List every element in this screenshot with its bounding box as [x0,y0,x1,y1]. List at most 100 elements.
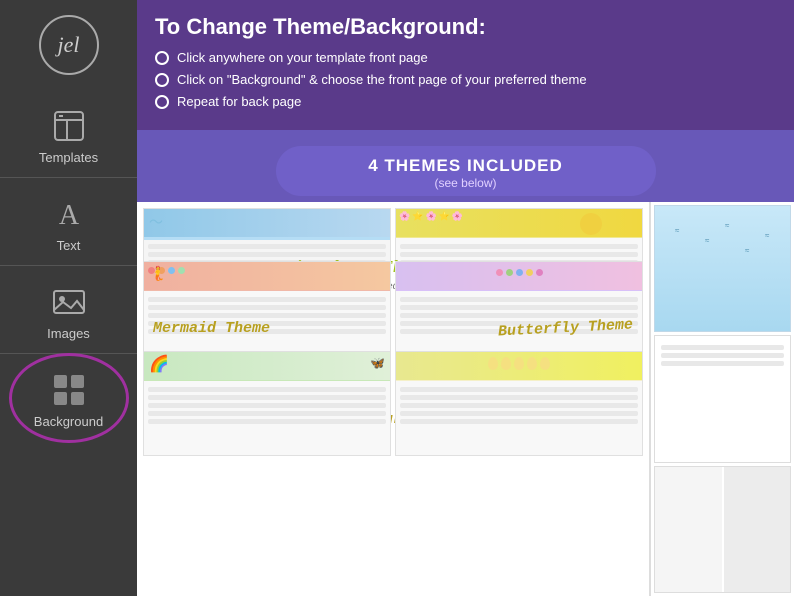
text-icon: A [49,194,89,234]
mermaid-butterfly-section: 🧜 [143,261,643,347]
radio-circle-3 [155,95,169,109]
images-label: Images [47,326,90,341]
template-icon [49,106,89,146]
flower-icon: 🌸 [399,211,410,222]
dot [178,267,185,274]
butterfly-icon: 🦋 [370,356,385,370]
instruction-title: To Change Theme/Background: [155,14,776,40]
svg-text:A: A [58,200,79,231]
grid-line [148,411,386,416]
themes-header: 4 THEMES INCLUDED (see below) [276,146,656,196]
main-content: To Change Theme/Background: Click anywhe… [137,0,794,596]
mermaid-icon: 🧜 [149,265,166,282]
dot [526,269,533,276]
dot [516,269,523,276]
grid-line [148,395,386,400]
egg-icon [527,357,537,370]
sun-icon [580,213,602,235]
sidebar-item-templates[interactable]: Templates [0,90,137,178]
morning-header-2: 🌸 ⭐ 🌸 ⭐ 🌸 [396,209,642,237]
flower-icon: 🌸 [425,211,436,222]
grid-line [400,395,638,400]
dino-cell-1[interactable]: 🌈 🦋 [143,351,391,456]
morning-header-1: 〜 [144,209,390,237]
mermaid-theme-label: Mermaid Theme [153,320,270,337]
flower-icon: 🌸 [452,211,463,222]
content-area: 〜 [137,202,794,596]
right-cell-half-2 [724,467,791,592]
radio-circle-2 [155,73,169,87]
bird-icon-4: ≈ [745,246,749,255]
grid-line [148,313,386,318]
egg-icon [540,357,550,370]
background-icon [49,370,89,410]
templates-label: Templates [39,150,98,165]
bird-icon-5: ≈ [765,231,769,240]
themes-header-subtitle: (see below) [296,176,636,190]
bird-icon-3: ≈ [725,221,729,230]
instruction-step-1: Click anywhere on your template front pa… [155,50,776,65]
themes-grid-scroll[interactable]: 〜 [137,202,649,596]
right-cell-half-1 [655,467,722,592]
grid-line [400,297,638,302]
grid-line [661,353,784,358]
dino-cell-2[interactable] [395,351,643,456]
dino-eggs [396,352,642,375]
grid-line [400,387,638,392]
dino-grid-lines-1 [144,380,390,431]
grid-line [148,297,386,302]
text-label: Text [57,238,81,253]
butterfly-dots [396,262,642,283]
bird-icon-2: ≈ [705,236,709,245]
mermaid-butterfly-labels: Mermaid Theme Butterfly Theme [143,320,643,347]
dot [536,269,543,276]
butterfly-theme-label: Butterfly Theme [498,316,634,340]
flower-row: 🌸 ⭐ 🌸 ⭐ 🌸 [396,209,642,224]
dino-header-2 [396,352,642,380]
bird-icon-1: ≈ [675,226,679,235]
egg-icon [488,357,498,370]
instruction-list: Click anywhere on your template front pa… [155,50,776,109]
sidebar-item-background[interactable]: Background [0,354,137,441]
logo: jel [39,15,99,75]
grid-line [400,403,638,408]
themes-scroll-container: 〜 [137,202,649,596]
dot [168,267,175,274]
dinosaur-grid: 🌈 🦋 [143,351,643,456]
sidebar-logo: jel [0,0,137,90]
grid-line [400,419,638,424]
butterfly-header [396,262,642,290]
themes-header-wrapper: 4 THEMES INCLUDED (see below) [137,130,794,202]
sky-background [655,206,790,331]
right-preview-cell-2 [654,335,791,462]
dino-header-1: 🌈 🦋 [144,352,390,380]
instruction-step-3: Repeat for back page [155,94,776,109]
rainbow-icon: 🌈 [149,354,169,374]
instruction-step-2: Click on "Background" & choose the front… [155,72,776,87]
flower-icon: ⭐ [439,211,450,222]
grid-line [661,345,784,350]
dinosaur-section: 🌈 🦋 [143,351,643,436]
right-grid-lines-1 [655,336,790,375]
dot [496,269,503,276]
morning-theme-section: 〜 [143,208,643,257]
dot [506,269,513,276]
grid-line [400,305,638,310]
grid-line [661,361,784,366]
images-icon [49,282,89,322]
grid-line [148,305,386,310]
sidebar-item-images[interactable]: Images [0,266,137,354]
grid-line [400,411,638,416]
grid-line [148,403,386,408]
themes-header-title: 4 THEMES INCLUDED [296,156,636,176]
mermaid-dots [144,262,390,279]
background-label: Background [34,414,103,429]
dino-grid-lines-2 [396,380,642,431]
grid-line [148,419,386,424]
right-cell-divider [655,467,790,592]
flower-icon: ⭐ [412,211,423,222]
wave-icon: 〜 [149,212,163,232]
sidebar-item-text[interactable]: A Text [0,178,137,266]
egg-icon [514,357,524,370]
radio-circle-1 [155,51,169,65]
